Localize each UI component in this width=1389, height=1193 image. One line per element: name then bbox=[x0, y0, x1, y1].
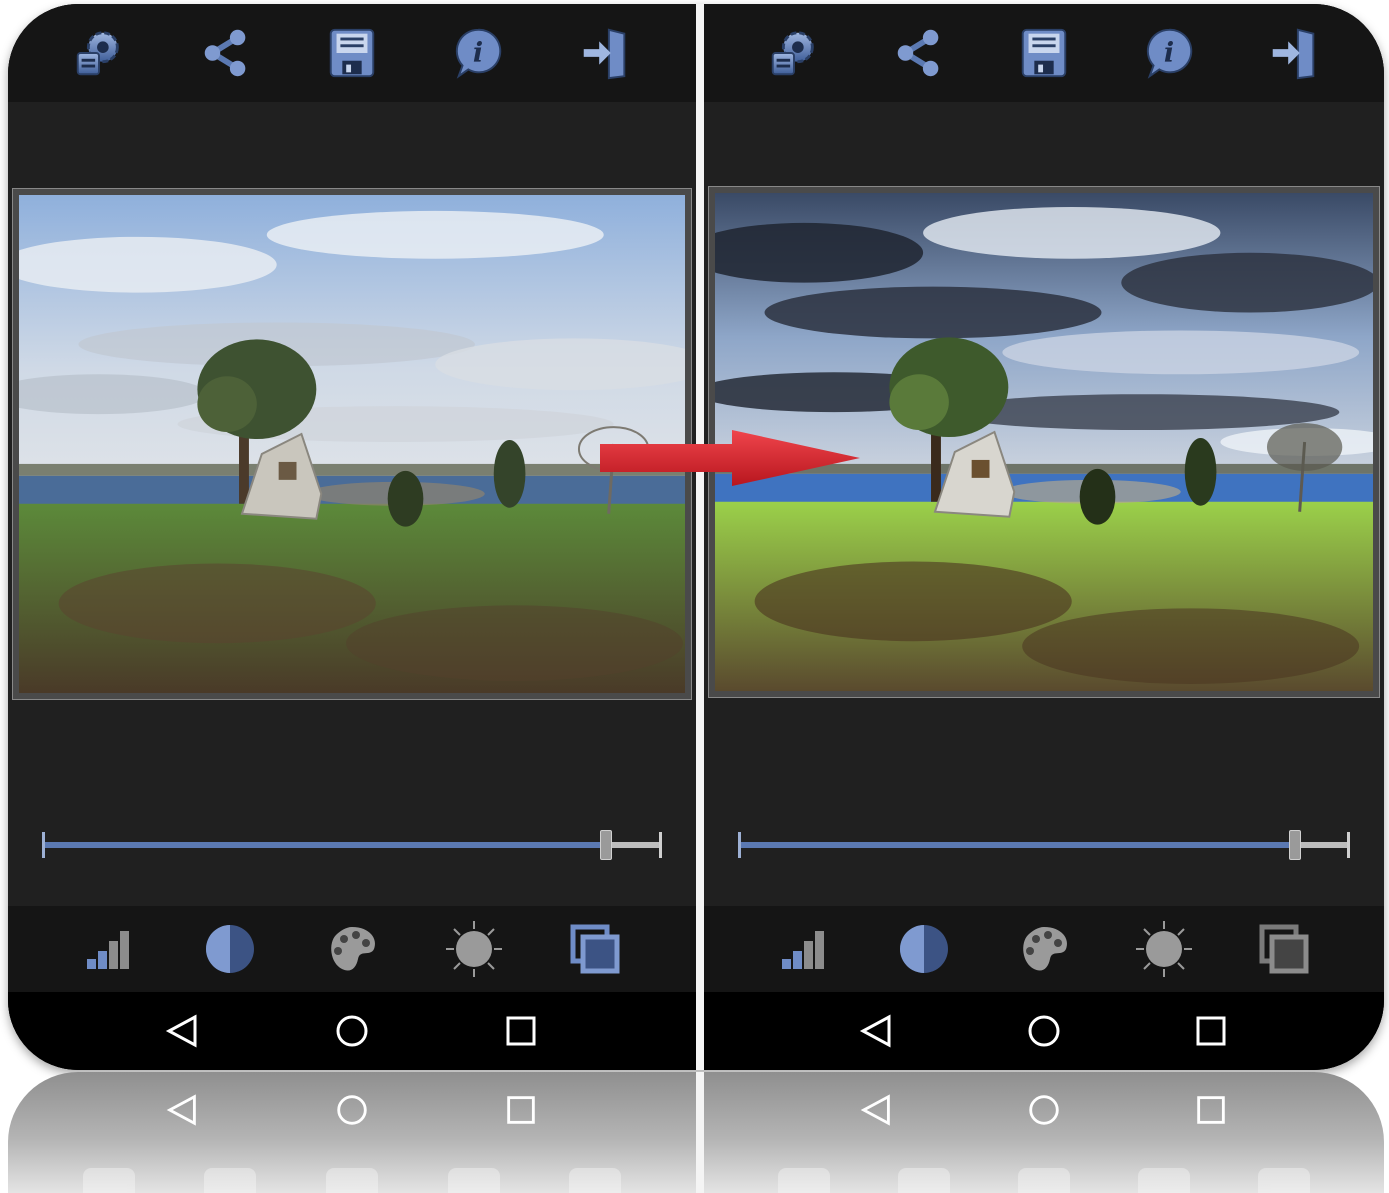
home-button[interactable] bbox=[332, 1011, 372, 1051]
recents-icon bbox=[1196, 1096, 1225, 1124]
slider-thumb[interactable] bbox=[600, 830, 613, 860]
reflected-nav-left bbox=[8, 1090, 696, 1130]
reflected-nav-right bbox=[704, 1090, 1384, 1130]
back-icon bbox=[166, 1094, 196, 1126]
reflected-tools-left bbox=[8, 1168, 696, 1193]
home-icon bbox=[1029, 1095, 1059, 1125]
exit-button[interactable] bbox=[1262, 21, 1326, 85]
contrast-button[interactable] bbox=[198, 917, 262, 981]
back-button[interactable] bbox=[163, 1011, 203, 1051]
share-icon bbox=[897, 29, 939, 77]
slider-end-cap bbox=[1347, 832, 1350, 858]
top-toolbar: i bbox=[704, 4, 1384, 102]
save-icon bbox=[1021, 28, 1067, 78]
recents-button[interactable] bbox=[1191, 1011, 1231, 1051]
levels-button[interactable] bbox=[772, 917, 836, 981]
info-button[interactable]: i bbox=[446, 21, 510, 85]
system-nav-bar bbox=[704, 992, 1384, 1070]
comparison-screens: i i bbox=[8, 4, 1384, 1070]
home-icon bbox=[1028, 1015, 1060, 1047]
slider-end-cap bbox=[659, 832, 662, 858]
slider-fill bbox=[738, 842, 1295, 848]
slider-start-cap bbox=[738, 832, 741, 858]
slider-thumb[interactable] bbox=[1288, 830, 1301, 860]
info-icon: i bbox=[456, 28, 502, 79]
back-icon bbox=[165, 1014, 197, 1048]
back-icon bbox=[860, 1014, 891, 1048]
contrast-icon bbox=[900, 925, 948, 973]
exit-button[interactable] bbox=[573, 21, 637, 85]
top-toolbar: i bbox=[8, 4, 696, 102]
save-icon bbox=[329, 28, 375, 78]
reflected-divider bbox=[696, 1072, 704, 1193]
levels-icon bbox=[782, 931, 824, 969]
info-button[interactable]: i bbox=[1137, 21, 1201, 85]
exit-icon bbox=[583, 28, 626, 80]
share-button[interactable] bbox=[887, 21, 951, 85]
back-icon bbox=[861, 1094, 891, 1126]
recents-icon bbox=[507, 1096, 536, 1124]
before-after-arrow bbox=[600, 430, 860, 486]
phone-screen-after: i bbox=[704, 4, 1384, 1070]
levels-button[interactable] bbox=[77, 917, 141, 981]
share-icon bbox=[204, 29, 245, 77]
brightness-icon bbox=[445, 921, 502, 977]
settings-button[interactable] bbox=[762, 21, 826, 85]
svg-text:i: i bbox=[1164, 38, 1174, 69]
save-button[interactable] bbox=[1012, 21, 1076, 85]
bottom-toolbar bbox=[8, 906, 696, 992]
layers-button[interactable] bbox=[1252, 917, 1316, 981]
brightness-button[interactable] bbox=[442, 917, 506, 981]
palette-icon bbox=[1023, 927, 1068, 971]
contrast-icon bbox=[206, 925, 255, 973]
back-button[interactable] bbox=[857, 1011, 897, 1051]
reflected-tools-right bbox=[704, 1168, 1384, 1193]
home-icon bbox=[337, 1095, 367, 1125]
settings-button[interactable] bbox=[67, 21, 131, 85]
palette-button[interactable] bbox=[320, 917, 384, 981]
slider-fill bbox=[42, 842, 607, 848]
layers-icon bbox=[1259, 924, 1309, 974]
levels-icon bbox=[86, 931, 129, 969]
layers-button[interactable] bbox=[563, 917, 627, 981]
save-button[interactable] bbox=[320, 21, 384, 85]
brightness-button[interactable] bbox=[1132, 917, 1196, 981]
home-icon bbox=[336, 1015, 368, 1047]
settings-icon bbox=[772, 31, 815, 76]
settings-icon bbox=[76, 31, 120, 76]
info-icon: i bbox=[1146, 28, 1193, 79]
home-button[interactable] bbox=[1024, 1011, 1064, 1051]
recents-icon bbox=[506, 1016, 536, 1046]
recents-icon bbox=[1196, 1016, 1226, 1046]
intensity-slider[interactable] bbox=[738, 830, 1350, 860]
palette-icon bbox=[331, 927, 375, 971]
recents-button[interactable] bbox=[501, 1011, 541, 1051]
layers-icon bbox=[570, 924, 620, 974]
share-button[interactable] bbox=[194, 21, 258, 85]
palette-button[interactable] bbox=[1012, 917, 1076, 981]
photo-frame bbox=[12, 188, 692, 700]
screen-divider bbox=[696, 4, 704, 1070]
bottom-toolbar bbox=[704, 906, 1384, 992]
screen-reflection bbox=[8, 1072, 1384, 1193]
landscape-image bbox=[19, 195, 685, 693]
slider-start-cap bbox=[42, 832, 45, 858]
exit-icon bbox=[1272, 28, 1314, 80]
brightness-icon bbox=[1136, 921, 1192, 977]
contrast-button[interactable] bbox=[892, 917, 956, 981]
system-nav-bar bbox=[8, 992, 696, 1070]
svg-text:i: i bbox=[473, 38, 483, 69]
phone-screen-before: i bbox=[8, 4, 696, 1070]
landscape-photo-before bbox=[19, 195, 685, 693]
intensity-slider[interactable] bbox=[42, 830, 662, 860]
